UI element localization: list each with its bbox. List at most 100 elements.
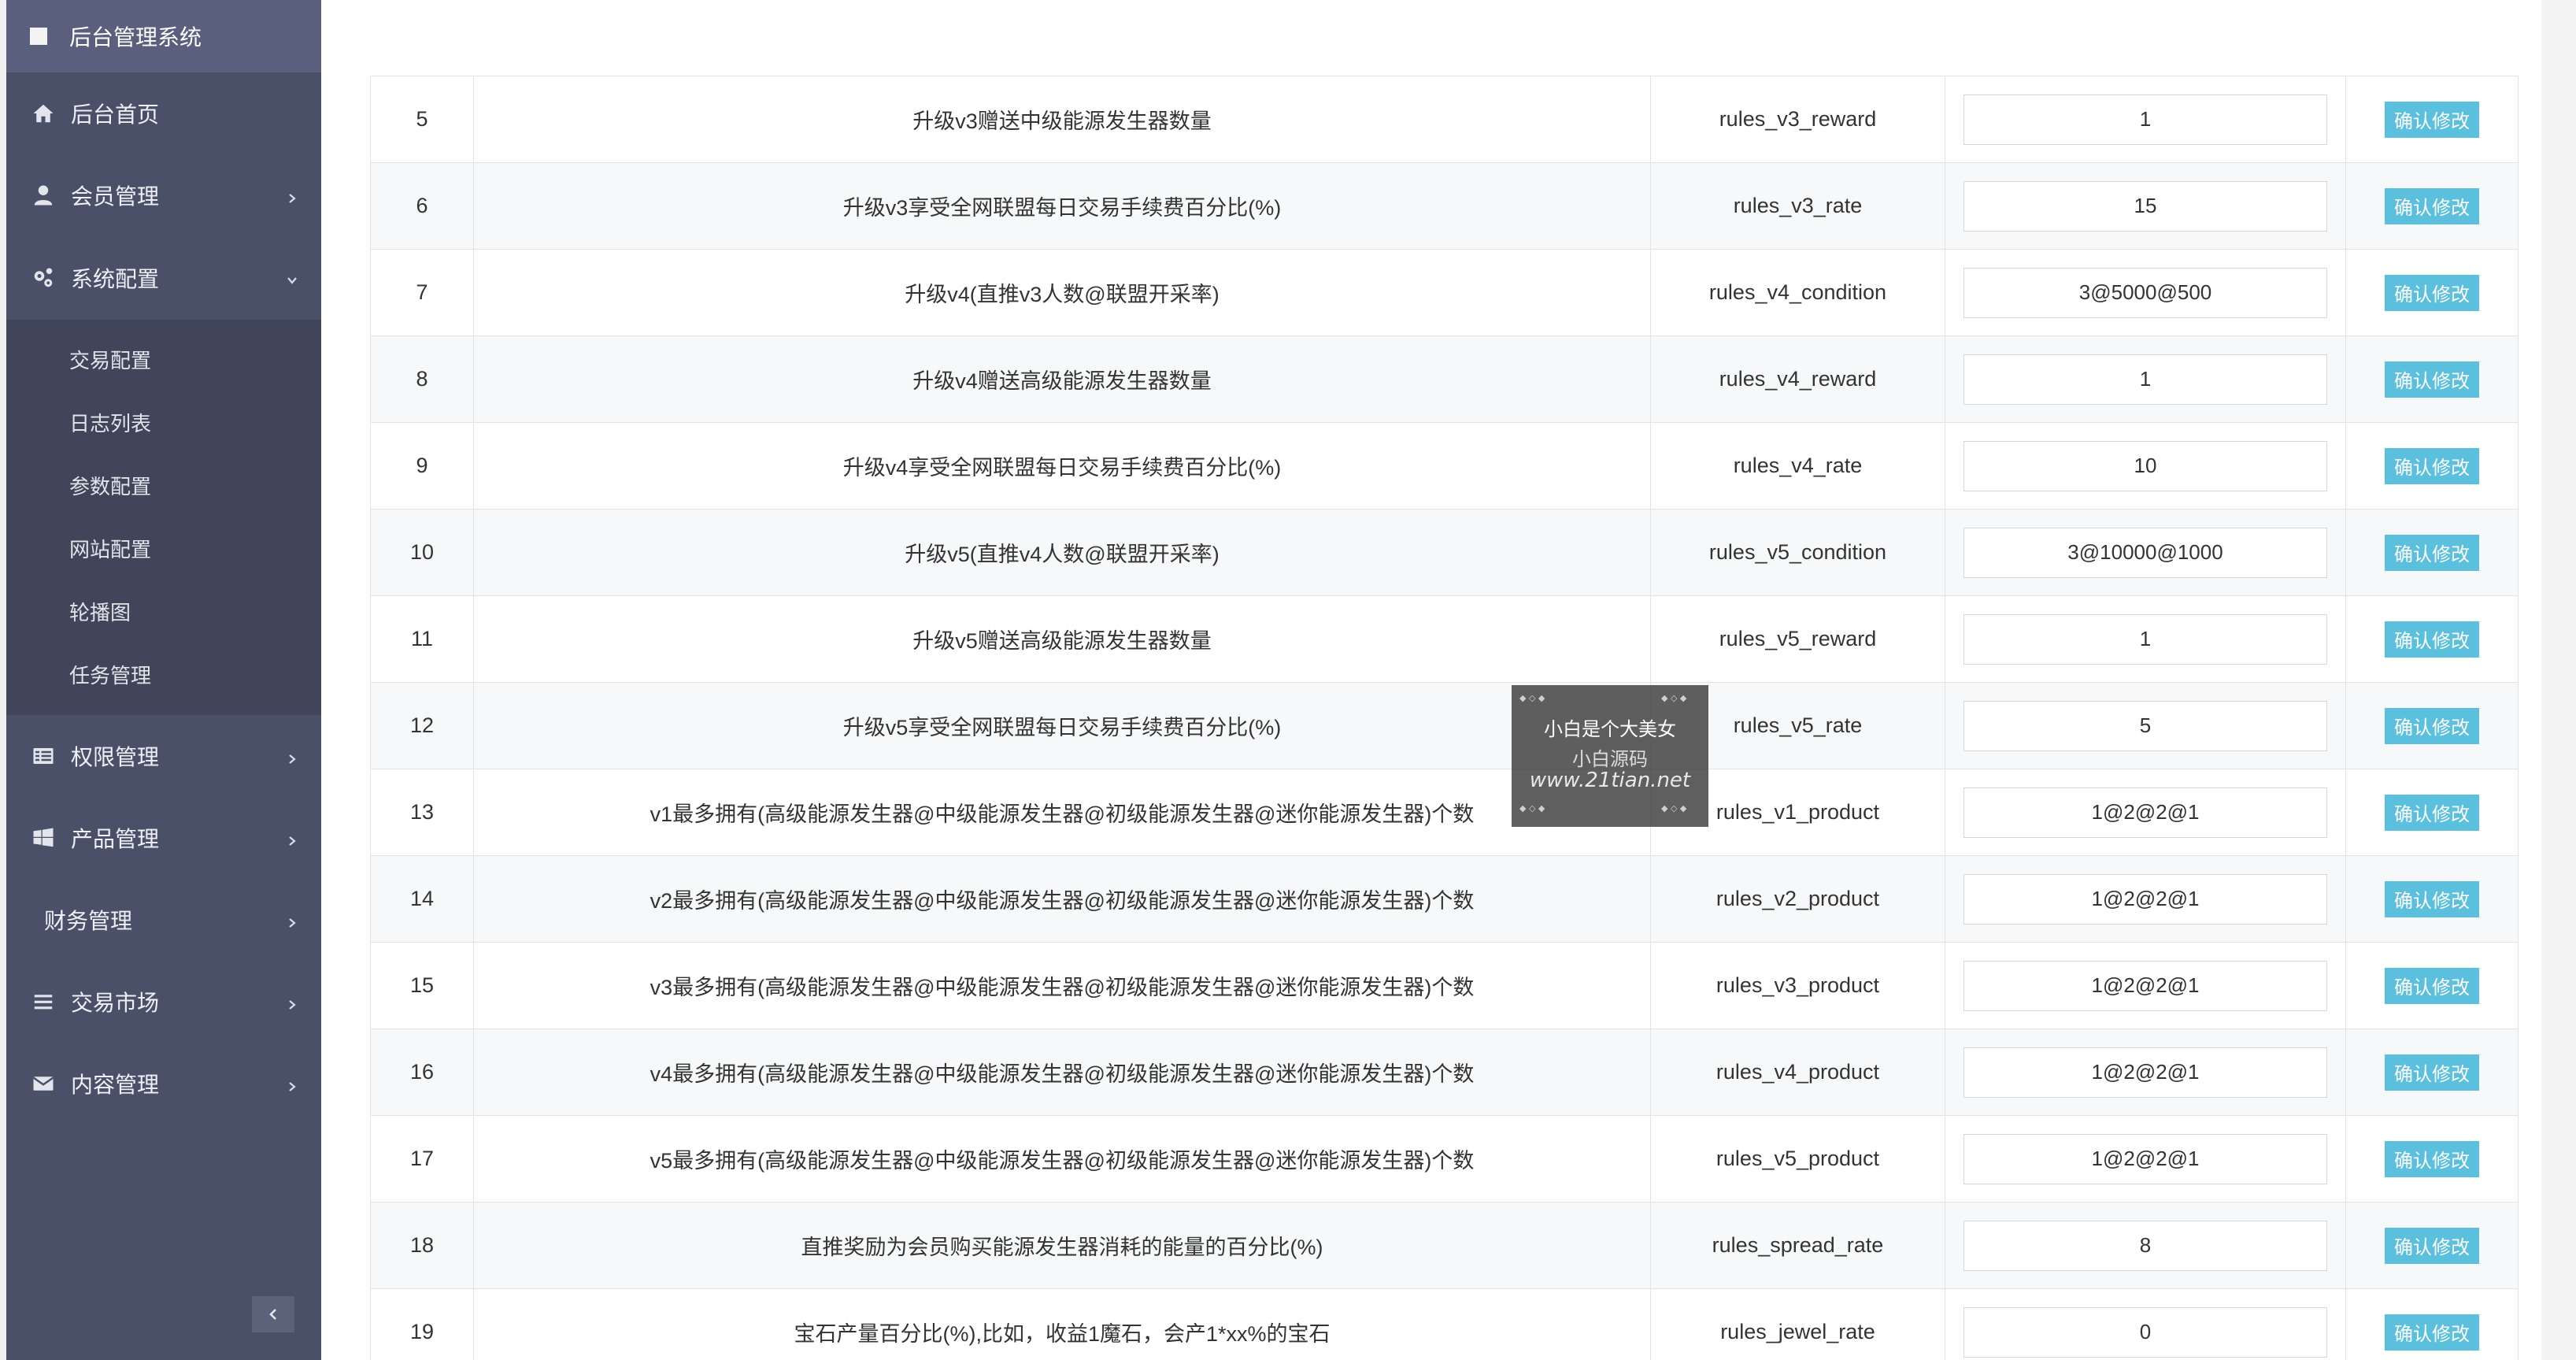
row-value-cell [1945, 682, 2346, 769]
confirm-modify-button[interactable]: 确认修改 [2385, 794, 2479, 831]
home-icon [30, 100, 57, 127]
row-id-cell: 19 [370, 1288, 474, 1360]
menu-item-permissions[interactable]: 权限管理 [6, 715, 321, 797]
row-id-cell: 16 [370, 1028, 474, 1116]
value-input[interactable] [1963, 267, 2327, 318]
watermark-line-1: 小白是个大美女 [1544, 718, 1676, 740]
submenu-item-param-config[interactable]: 参数配置 [6, 454, 321, 517]
table-row: 19 宝石产量百分比(%),比如，收益1魔石，会产1*xx%的宝石 rules_je… [370, 1288, 2519, 1360]
value-input[interactable] [1963, 700, 2327, 751]
confirm-modify-button[interactable]: 确认修改 [2385, 621, 2479, 658]
menu-item-members[interactable]: 会员管理 [6, 154, 321, 236]
confirm-modify-button[interactable]: 确认修改 [2385, 534, 2479, 571]
confirm-modify-button[interactable]: 确认修改 [2385, 707, 2479, 744]
row-key-cell: rules_v4_condition [1650, 249, 1945, 336]
row-value-cell [1945, 855, 2346, 943]
row-action-cell: 确认修改 [2345, 1288, 2519, 1360]
row-key-cell: rules_v4_product [1650, 1028, 1945, 1116]
row-id-cell: 10 [370, 509, 474, 596]
row-action-cell: 确认修改 [2345, 1115, 2519, 1203]
row-key-cell: rules_spread_rate [1650, 1202, 1945, 1289]
table-row: 13 v1最多拥有(高级能源发生器@中级能源发生器@初级能源发生器@迷你能源发生器… [370, 769, 2519, 856]
value-input[interactable] [1963, 180, 2327, 232]
confirm-modify-button[interactable]: 确认修改 [2385, 447, 2479, 484]
value-input[interactable] [1963, 1306, 2327, 1358]
value-input[interactable] [1963, 787, 2327, 838]
row-id-cell: 13 [370, 769, 474, 856]
bars-icon [30, 988, 57, 1015]
menu-label: 后台首页 [71, 102, 160, 127]
row-id-cell: 15 [370, 942, 474, 1029]
value-input[interactable] [1963, 354, 2327, 405]
submenu-item-trade-config[interactable]: 交易配置 [6, 328, 321, 391]
row-action-cell: 确认修改 [2345, 1028, 2519, 1116]
confirm-modify-button[interactable]: 确认修改 [2385, 187, 2479, 224]
value-input[interactable] [1963, 960, 2327, 1011]
confirm-modify-button[interactable]: 确认修改 [2385, 361, 2479, 398]
chevron-right-icon [287, 827, 298, 846]
row-id-cell: 9 [370, 422, 474, 510]
menu-item-market[interactable]: 交易市场 [6, 961, 321, 1043]
menu-item-content[interactable]: 内容管理 [6, 1043, 321, 1125]
confirm-modify-button[interactable]: 确认修改 [2385, 880, 2479, 917]
row-key-cell: rules_v3_reward [1650, 76, 1945, 163]
value-input[interactable] [1963, 613, 2327, 665]
watermark-line-2: 小白源码 [1572, 748, 1648, 770]
table-row: 16 v4最多拥有(高级能源发生器@中级能源发生器@初级能源发生器@迷你能源发生器… [370, 1028, 2519, 1116]
list-card-icon [30, 743, 57, 769]
chevron-right-icon [287, 1073, 298, 1091]
system-config-submenu: 交易配置 日志列表 参数配置 网站配置 轮播图 任务管理 [6, 320, 321, 715]
submenu-item-log-list[interactable]: 日志列表 [6, 391, 321, 454]
watermark-line-3: www.21tian.net [1529, 769, 1691, 792]
row-key-cell: rules_v3_rate [1650, 162, 1945, 250]
row-value-cell [1945, 335, 2346, 423]
submenu-item-site-config[interactable]: 网站配置 [6, 517, 321, 580]
value-input[interactable] [1963, 1220, 2327, 1271]
value-input[interactable] [1963, 873, 2327, 925]
row-id-cell: 5 [370, 76, 474, 163]
menu-item-finance[interactable]: 财务管理 [6, 879, 321, 961]
confirm-modify-button[interactable]: 确认修改 [2385, 1227, 2479, 1264]
row-key-cell: rules_v5_condition [1650, 509, 1945, 596]
brand-header[interactable]: 后台管理系统 [6, 0, 321, 72]
confirm-modify-button[interactable]: 确认修改 [2385, 274, 2479, 311]
row-value-cell [1945, 162, 2346, 250]
row-action-cell: 确认修改 [2345, 1202, 2519, 1289]
top-bar [321, 0, 2576, 76]
value-input[interactable] [1963, 1047, 2327, 1098]
row-description-cell: 升级v4赠送高级能源发生器数量 [473, 335, 1651, 423]
chevron-right-icon [287, 909, 298, 928]
row-action-cell: 确认修改 [2345, 249, 2519, 336]
confirm-modify-button[interactable]: 确认修改 [2385, 1140, 2479, 1177]
menu-item-products[interactable]: 产品管理 [6, 797, 321, 879]
confirm-modify-button[interactable]: 确认修改 [2385, 1314, 2479, 1351]
row-value-cell [1945, 509, 2346, 596]
row-value-cell [1945, 1028, 2346, 1116]
scrollbar-rail[interactable] [2541, 0, 2576, 1360]
value-input[interactable] [1963, 440, 2327, 491]
row-action-cell: 确认修改 [2345, 162, 2519, 250]
row-action-cell: 确认修改 [2345, 682, 2519, 769]
row-description-cell: 升级v5(直推v4人数@联盟开采率) [473, 509, 1651, 596]
brand-title: 后台管理系统 [69, 25, 202, 50]
value-input[interactable] [1963, 94, 2327, 145]
envelope-icon [30, 1070, 57, 1097]
value-input[interactable] [1963, 1133, 2327, 1184]
watermark-small-mark: ◆ ◇ ◆ [1519, 693, 1545, 703]
row-description-cell: v3最多拥有(高级能源发生器@中级能源发生器@初级能源发生器@迷你能源发生器)个… [473, 942, 1651, 1029]
user-icon [30, 182, 57, 209]
row-key-cell: rules_v5_product [1650, 1115, 1945, 1203]
value-input[interactable] [1963, 527, 2327, 578]
row-action-cell: 确认修改 [2345, 942, 2519, 1029]
sidebar-collapse-button[interactable] [252, 1296, 294, 1332]
submenu-item-carousel[interactable]: 轮播图 [6, 580, 321, 643]
confirm-modify-button[interactable]: 确认修改 [2385, 1054, 2479, 1091]
submenu-item-task-management[interactable]: 任务管理 [6, 643, 321, 706]
confirm-modify-button[interactable]: 确认修改 [2385, 101, 2479, 138]
menu-item-home[interactable]: 后台首页 [6, 72, 321, 154]
row-action-cell: 确认修改 [2345, 769, 2519, 856]
menu-item-system-config[interactable]: 系统配置 [6, 236, 321, 320]
table-row: 18 直推奖励为会员购买能源发生器消耗的能量的百分比(%) rules_spread… [370, 1202, 2519, 1289]
gears-icon [30, 265, 57, 291]
confirm-modify-button[interactable]: 确认修改 [2385, 967, 2479, 1004]
